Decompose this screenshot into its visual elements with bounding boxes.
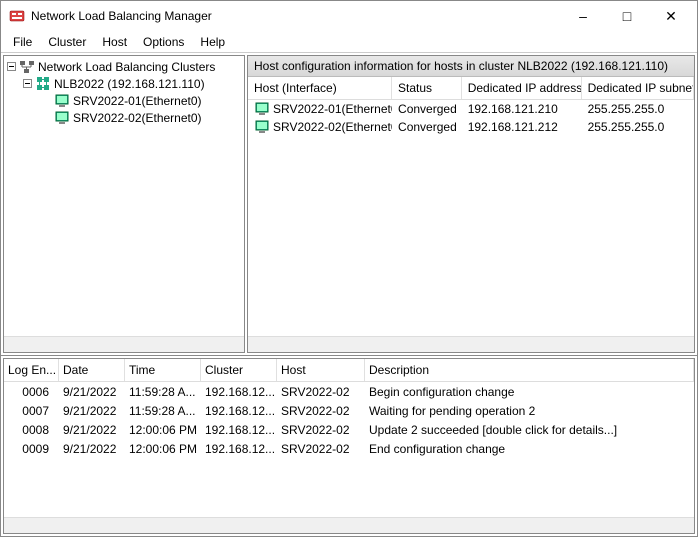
collapse-icon[interactable] <box>6 61 17 72</box>
cell-subnet: 255.255.255.0 <box>582 119 694 135</box>
menu-host[interactable]: Host <box>94 33 135 51</box>
server-icon <box>54 93 70 109</box>
menu-cluster[interactable]: Cluster <box>40 33 94 51</box>
cell-subnet: 255.255.255.0 <box>582 101 694 117</box>
app-icon <box>9 8 25 24</box>
log-row[interactable]: 00069/21/202211:59:28 A...192.168.12...S… <box>4 382 694 401</box>
log-row[interactable]: 00079/21/202211:59:28 A...192.168.12...S… <box>4 401 694 420</box>
menu-options[interactable]: Options <box>135 33 192 51</box>
cell-entry: 0009 <box>4 441 59 457</box>
col-subnet[interactable]: Dedicated IP subnet m <box>582 77 694 99</box>
host-row[interactable]: SRV2022-01(Ethernet0) Converged 192.168.… <box>248 100 694 118</box>
cell-interface: SRV2022-02(Ethernet0) <box>248 118 392 136</box>
cell-date: 9/21/2022 <box>59 422 125 438</box>
cell-desc: End configuration change <box>365 441 694 457</box>
detail-pane: Host configuration information for hosts… <box>247 55 695 353</box>
cluster-icon <box>35 76 51 92</box>
menubar: File Cluster Host Options Help <box>1 31 697 53</box>
host-grid-body: SRV2022-01(Ethernet0) Converged 192.168.… <box>248 100 694 136</box>
detail-header: Host configuration information for hosts… <box>248 56 694 77</box>
col-cluster[interactable]: Cluster <box>201 359 277 381</box>
cell-host: SRV2022-02 <box>277 403 365 419</box>
cluster-tree[interactable]: Network Load Balancing Clusters NLB2022 … <box>4 56 244 336</box>
cell-date: 9/21/2022 <box>59 384 125 400</box>
cell-time: 12:00:06 PM <box>125 441 201 457</box>
cell-time: 12:00:06 PM <box>125 422 201 438</box>
menu-file[interactable]: File <box>5 33 40 51</box>
cell-desc: Begin configuration change <box>365 384 694 400</box>
cell-entry: 0006 <box>4 384 59 400</box>
cell-cluster: 192.168.12... <box>201 384 277 400</box>
cell-cluster: 192.168.12... <box>201 403 277 419</box>
clusters-icon <box>19 59 35 75</box>
cell-status: Converged <box>392 119 462 135</box>
tree-host-2-label: SRV2022-02(Ethernet0) <box>73 111 202 125</box>
cell-cluster: 192.168.12... <box>201 441 277 457</box>
cell-desc: Waiting for pending operation 2 <box>365 403 694 419</box>
cell-dip: 192.168.121.212 <box>462 119 582 135</box>
cell-cluster: 192.168.12... <box>201 422 277 438</box>
window-title: Network Load Balancing Manager <box>31 9 561 23</box>
server-icon <box>254 119 270 135</box>
col-dip[interactable]: Dedicated IP address <box>462 77 582 99</box>
tree-host-2[interactable]: SRV2022-02(Ethernet0) <box>6 109 242 126</box>
log-header: Log En... Date Time Cluster Host Descrip… <box>4 359 694 382</box>
titlebar: Network Load Balancing Manager – □ ✕ <box>1 1 697 31</box>
col-interface[interactable]: Host (Interface) <box>248 77 392 99</box>
tree-host-1-label: SRV2022-01(Ethernet0) <box>73 94 202 108</box>
cell-interface: SRV2022-01(Ethernet0) <box>248 100 392 118</box>
cell-date: 9/21/2022 <box>59 441 125 457</box>
cell-time: 11:59:28 A... <box>125 403 201 419</box>
host-row[interactable]: SRV2022-02(Ethernet0) Converged 192.168.… <box>248 118 694 136</box>
main-area: Network Load Balancing Clusters NLB2022 … <box>1 53 697 356</box>
menu-help[interactable]: Help <box>192 33 233 51</box>
server-icon <box>254 101 270 117</box>
cell-dip: 192.168.121.210 <box>462 101 582 117</box>
cell-interface-text: SRV2022-02(Ethernet0) <box>273 120 392 134</box>
cell-desc: Update 2 succeeded [double click for det… <box>365 422 694 438</box>
tree-root-label: Network Load Balancing Clusters <box>38 60 215 74</box>
cell-time: 11:59:28 A... <box>125 384 201 400</box>
close-button[interactable]: ✕ <box>649 1 693 31</box>
cell-entry: 0007 <box>4 403 59 419</box>
tree-cluster[interactable]: NLB2022 (192.168.121.110) <box>6 75 242 92</box>
host-grid-header: Host (Interface) Status Dedicated IP add… <box>248 77 694 100</box>
cell-status: Converged <box>392 101 462 117</box>
collapse-icon[interactable] <box>22 78 33 89</box>
minimize-button[interactable]: – <box>561 1 605 31</box>
log-row[interactable]: 00099/21/202212:00:06 PM192.168.12...SRV… <box>4 439 694 458</box>
maximize-button[interactable]: □ <box>605 1 649 31</box>
tree-host-1[interactable]: SRV2022-01(Ethernet0) <box>6 92 242 109</box>
detail-scrollbar[interactable] <box>248 336 694 352</box>
tree-root[interactable]: Network Load Balancing Clusters <box>6 58 242 75</box>
host-grid[interactable]: Host (Interface) Status Dedicated IP add… <box>248 77 694 336</box>
cell-host: SRV2022-02 <box>277 441 365 457</box>
cell-interface-text: SRV2022-01(Ethernet0) <box>273 102 392 116</box>
cell-host: SRV2022-02 <box>277 384 365 400</box>
log-row[interactable]: 00089/21/202212:00:06 PM192.168.12...SRV… <box>4 420 694 439</box>
col-date[interactable]: Date <box>59 359 125 381</box>
log-pane: Log En... Date Time Cluster Host Descrip… <box>3 358 695 534</box>
log-scrollbar[interactable] <box>4 517 694 533</box>
tree-scrollbar[interactable] <box>4 336 244 352</box>
log-body: 00069/21/202211:59:28 A...192.168.12...S… <box>4 382 694 517</box>
col-description[interactable]: Description <box>365 359 694 381</box>
tree-pane: Network Load Balancing Clusters NLB2022 … <box>3 55 245 353</box>
col-host[interactable]: Host <box>277 359 365 381</box>
col-time[interactable]: Time <box>125 359 201 381</box>
server-icon <box>54 110 70 126</box>
col-status[interactable]: Status <box>392 77 462 99</box>
tree-cluster-label: NLB2022 (192.168.121.110) <box>54 77 205 91</box>
cell-entry: 0008 <box>4 422 59 438</box>
cell-host: SRV2022-02 <box>277 422 365 438</box>
cell-date: 9/21/2022 <box>59 403 125 419</box>
col-log-entry[interactable]: Log En... <box>4 359 59 381</box>
